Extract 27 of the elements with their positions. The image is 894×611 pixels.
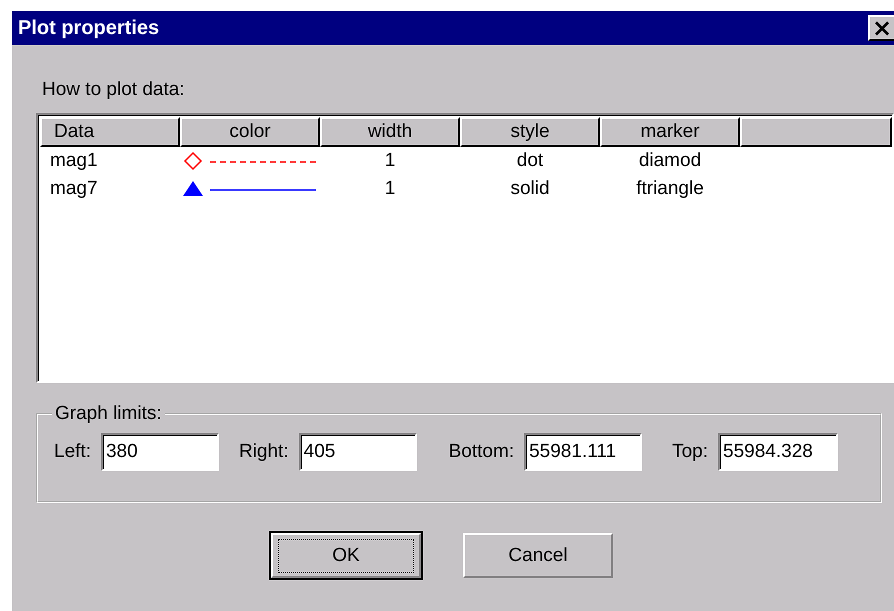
field-label: Right: <box>238 441 289 463</box>
table-cell-text: 1 <box>384 150 396 172</box>
cancel-button[interactable]: Cancel <box>463 533 613 578</box>
ok-button[interactable]: OK <box>271 533 421 578</box>
window-title: Plot properties <box>18 16 160 40</box>
table-cell-text: diamod <box>638 150 702 172</box>
field-label: Left: <box>54 441 91 463</box>
column-header[interactable]: width <box>320 117 460 147</box>
column-header[interactable]: color <box>180 117 320 147</box>
list-label: How to plot data: <box>42 79 186 101</box>
field-label: Top: <box>672 441 708 463</box>
field-label: Bottom: <box>448 441 514 463</box>
table-cell-text: mag7 <box>49 178 99 200</box>
column-header[interactable]: style <box>460 117 600 147</box>
table-cell-text: mag1 <box>49 150 99 172</box>
table-cell-text: 1 <box>384 178 396 200</box>
input-field[interactable]: 55984.328 <box>718 433 838 471</box>
column-header[interactable]: Data <box>40 117 180 147</box>
input-field[interactable]: 405 <box>298 433 417 471</box>
column-header[interactable]: marker <box>600 117 740 147</box>
close-button[interactable]: × <box>868 15 894 41</box>
group-label: Graph limits: <box>54 403 163 425</box>
table-cell-text: ftriangle <box>635 178 705 200</box>
input-field[interactable]: 55981.111 <box>524 433 642 471</box>
table-cell-text: dot <box>516 150 544 172</box>
table-cell-text: solid <box>509 178 551 200</box>
input-field[interactable]: 380 <box>100 433 219 471</box>
